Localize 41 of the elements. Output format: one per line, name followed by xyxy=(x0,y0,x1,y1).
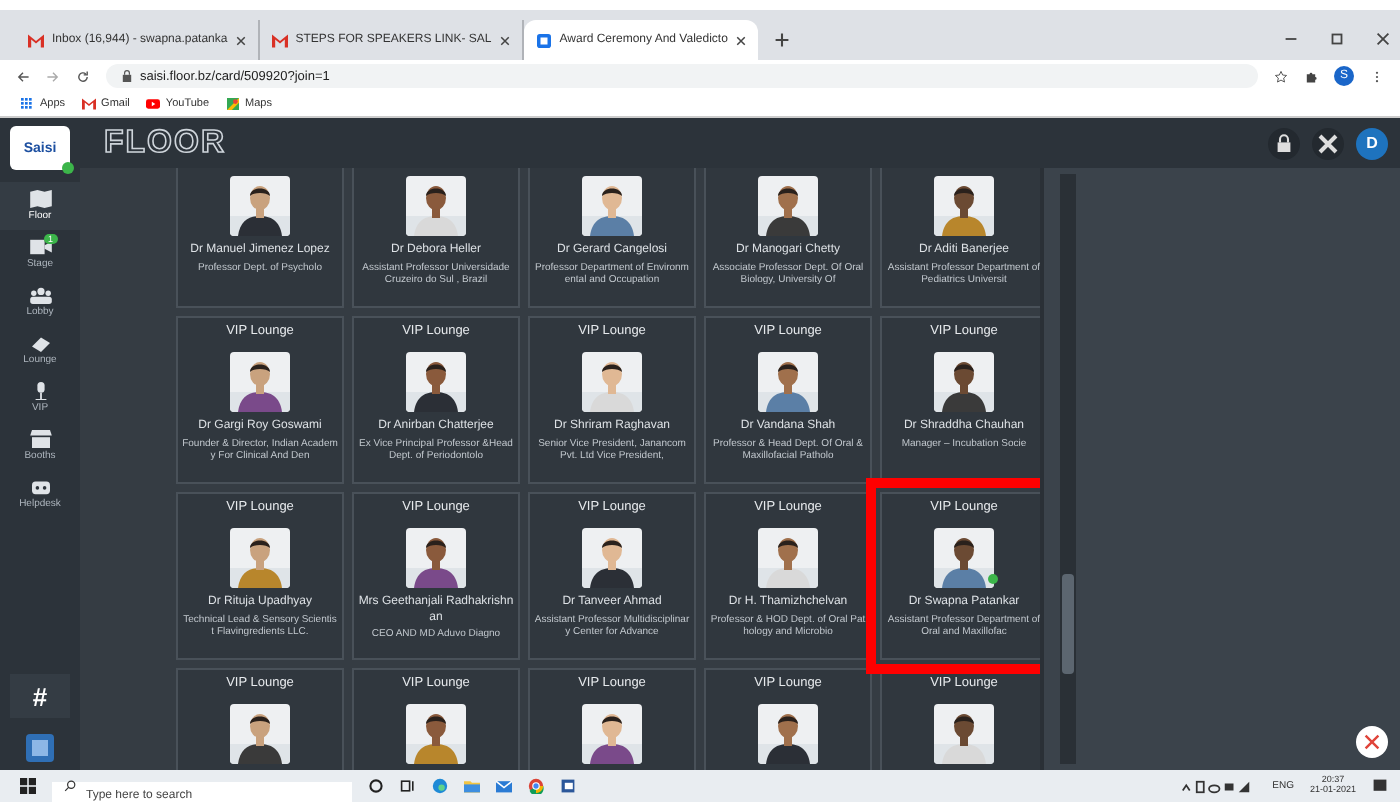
restore-icon[interactable] xyxy=(1328,30,1346,48)
nav-icon xyxy=(29,238,51,256)
menu-icon[interactable] xyxy=(1370,69,1384,83)
start-icon[interactable] xyxy=(20,778,36,794)
puzzle-icon[interactable] xyxy=(1304,69,1318,83)
lock-icon[interactable] xyxy=(1268,127,1300,159)
user-avatar[interactable]: D xyxy=(1356,127,1388,159)
folder-icon[interactable] xyxy=(464,778,480,794)
app-icon[interactable] xyxy=(26,734,54,762)
star-icon[interactable] xyxy=(1274,69,1288,83)
map-icon xyxy=(225,98,240,110)
close-icon[interactable] xyxy=(735,35,746,45)
mail-icon xyxy=(271,33,288,47)
mail-icon[interactable] xyxy=(496,778,512,794)
mail-icon xyxy=(28,33,44,47)
channels-button[interactable]: # xyxy=(10,674,70,718)
back-icon[interactable] xyxy=(16,69,30,83)
floor-title: FLOOR xyxy=(104,125,226,161)
nav-icon xyxy=(29,334,51,352)
search-icon xyxy=(64,780,76,792)
nav-icon xyxy=(29,478,51,496)
edge-icon[interactable] xyxy=(432,778,448,794)
close-icon[interactable] xyxy=(1356,726,1388,758)
task-view-icon[interactable] xyxy=(400,778,416,794)
circle-icon[interactable] xyxy=(368,778,384,794)
lock-icon xyxy=(122,70,132,82)
nav-icon xyxy=(29,286,51,304)
scrollbar-thumb[interactable] xyxy=(1062,574,1074,674)
play-icon xyxy=(145,98,160,110)
mail-icon xyxy=(81,98,96,110)
close-icon[interactable] xyxy=(499,35,510,45)
reload-icon[interactable] xyxy=(76,69,90,83)
nav-icon xyxy=(29,430,51,448)
new-tab-icon[interactable] xyxy=(773,32,790,48)
close-icon[interactable] xyxy=(1374,30,1392,48)
apps-grid-icon xyxy=(20,98,34,110)
close-icon[interactable] xyxy=(235,35,246,45)
document-icon[interactable] xyxy=(560,778,576,794)
nav-icon xyxy=(29,190,51,208)
page-icon xyxy=(535,33,552,47)
chrome-icon[interactable] xyxy=(528,778,544,794)
